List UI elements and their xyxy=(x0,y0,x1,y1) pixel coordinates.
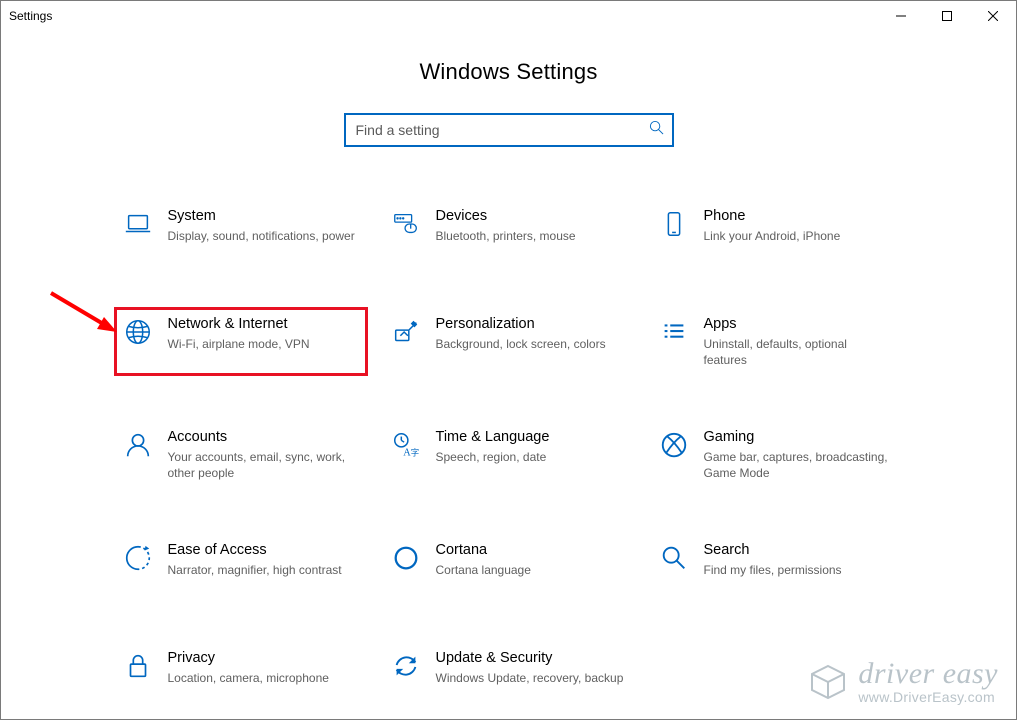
tile-desc: Background, lock screen, colors xyxy=(436,336,626,352)
tile-title: System xyxy=(168,207,358,226)
time-language-icon: A字 xyxy=(386,428,426,460)
tile-title: Phone xyxy=(704,207,894,226)
laptop-icon xyxy=(118,207,158,239)
tile-text: Accounts Your accounts, email, sync, wor… xyxy=(158,428,358,481)
tile-text: Time & Language Speech, region, date xyxy=(426,428,626,465)
phone-icon xyxy=(654,207,694,239)
tile-desc: Cortana language xyxy=(436,562,626,578)
tile-title: Apps xyxy=(704,315,894,334)
minimize-button[interactable] xyxy=(878,1,924,31)
settings-grid: System Display, sound, notifications, po… xyxy=(94,199,924,705)
tile-desc: Narrator, magnifier, high contrast xyxy=(168,562,358,578)
tile-personalization[interactable]: Personalization Background, lock screen,… xyxy=(382,307,636,376)
tile-gaming[interactable]: Gaming Game bar, captures, broadcasting,… xyxy=(650,420,904,489)
maximize-icon xyxy=(942,11,952,21)
window-controls xyxy=(878,1,1016,31)
search-container xyxy=(1,113,1016,147)
tile-desc: Uninstall, defaults, optional features xyxy=(704,336,894,368)
close-icon xyxy=(988,11,998,21)
sync-icon xyxy=(386,649,426,681)
tile-title: Personalization xyxy=(436,315,626,334)
tile-desc: Windows Update, recovery, backup xyxy=(436,670,626,686)
tile-ease-of-access[interactable]: Ease of Access Narrator, magnifier, high… xyxy=(114,533,368,597)
page-heading: Windows Settings xyxy=(1,59,1016,85)
tile-desc: Game bar, captures, broadcasting, Game M… xyxy=(704,449,894,481)
settings-window: Settings Windows Settings xyxy=(0,0,1017,720)
tile-desc: Link your Android, iPhone xyxy=(704,228,894,244)
tile-text: Ease of Access Narrator, magnifier, high… xyxy=(158,541,358,578)
tile-text: Apps Uninstall, defaults, optional featu… xyxy=(694,315,894,368)
ease-of-access-icon xyxy=(118,541,158,573)
search-input[interactable] xyxy=(356,122,649,138)
tile-desc: Bluetooth, printers, mouse xyxy=(436,228,626,244)
devices-icon xyxy=(386,207,426,239)
tile-apps[interactable]: Apps Uninstall, defaults, optional featu… xyxy=(650,307,904,376)
tile-cortana[interactable]: Cortana Cortana language xyxy=(382,533,636,597)
close-button[interactable] xyxy=(970,1,1016,31)
titlebar: Settings xyxy=(1,1,1016,31)
xbox-icon xyxy=(654,428,694,460)
tile-desc: Speech, region, date xyxy=(436,449,626,465)
tile-title: Search xyxy=(704,541,894,560)
svg-text:字: 字 xyxy=(410,448,418,458)
tile-time-language[interactable]: A字 Time & Language Speech, region, date xyxy=(382,420,636,489)
maximize-button[interactable] xyxy=(924,1,970,31)
tile-devices[interactable]: Devices Bluetooth, printers, mouse xyxy=(382,199,636,263)
tile-title: Ease of Access xyxy=(168,541,358,560)
tile-desc: Wi-Fi, airplane mode, VPN xyxy=(168,336,358,352)
person-icon xyxy=(118,428,158,460)
tile-title: Gaming xyxy=(704,428,894,447)
tile-title: Privacy xyxy=(168,649,358,668)
paint-icon xyxy=(386,315,426,347)
tile-text: Cortana Cortana language xyxy=(426,541,626,578)
tile-title: Cortana xyxy=(436,541,626,560)
tile-title: Time & Language xyxy=(436,428,626,447)
cortana-icon xyxy=(386,541,426,573)
tile-text: Gaming Game bar, captures, broadcasting,… xyxy=(694,428,894,481)
tile-text: Search Find my files, permissions xyxy=(694,541,894,578)
window-title: Settings xyxy=(9,9,52,23)
tile-accounts[interactable]: Accounts Your accounts, email, sync, wor… xyxy=(114,420,368,489)
tile-desc: Display, sound, notifications, power xyxy=(168,228,358,244)
tile-text: Update & Security Windows Update, recove… xyxy=(426,649,626,686)
tile-text: Phone Link your Android, iPhone xyxy=(694,207,894,244)
tile-text: Privacy Location, camera, microphone xyxy=(158,649,358,686)
tile-search[interactable]: Search Find my files, permissions xyxy=(650,533,904,597)
tile-text: Devices Bluetooth, printers, mouse xyxy=(426,207,626,244)
tile-title: Update & Security xyxy=(436,649,626,668)
search-tile-icon xyxy=(654,541,694,573)
minimize-icon xyxy=(896,11,906,21)
tile-desc: Location, camera, microphone xyxy=(168,670,358,686)
tile-network-internet[interactable]: Network & Internet Wi-Fi, airplane mode,… xyxy=(114,307,368,376)
apps-list-icon xyxy=(654,315,694,347)
tile-text: Personalization Background, lock screen,… xyxy=(426,315,626,352)
tile-title: Devices xyxy=(436,207,626,226)
content-area: Windows Settings System Display, sound, … xyxy=(1,31,1016,705)
tile-desc: Find my files, permissions xyxy=(704,562,894,578)
globe-icon xyxy=(118,315,158,347)
search-box[interactable] xyxy=(344,113,674,147)
tile-update-security[interactable]: Update & Security Windows Update, recove… xyxy=(382,641,636,705)
tile-phone[interactable]: Phone Link your Android, iPhone xyxy=(650,199,904,263)
lock-icon xyxy=(118,649,158,681)
tile-title: Accounts xyxy=(168,428,358,447)
tile-text: System Display, sound, notifications, po… xyxy=(158,207,358,244)
tile-text: Network & Internet Wi-Fi, airplane mode,… xyxy=(158,315,358,352)
search-icon xyxy=(649,120,664,140)
tile-desc: Your accounts, email, sync, work, other … xyxy=(168,449,358,481)
tile-privacy[interactable]: Privacy Location, camera, microphone xyxy=(114,641,368,705)
tile-system[interactable]: System Display, sound, notifications, po… xyxy=(114,199,368,263)
tile-title: Network & Internet xyxy=(168,315,358,334)
